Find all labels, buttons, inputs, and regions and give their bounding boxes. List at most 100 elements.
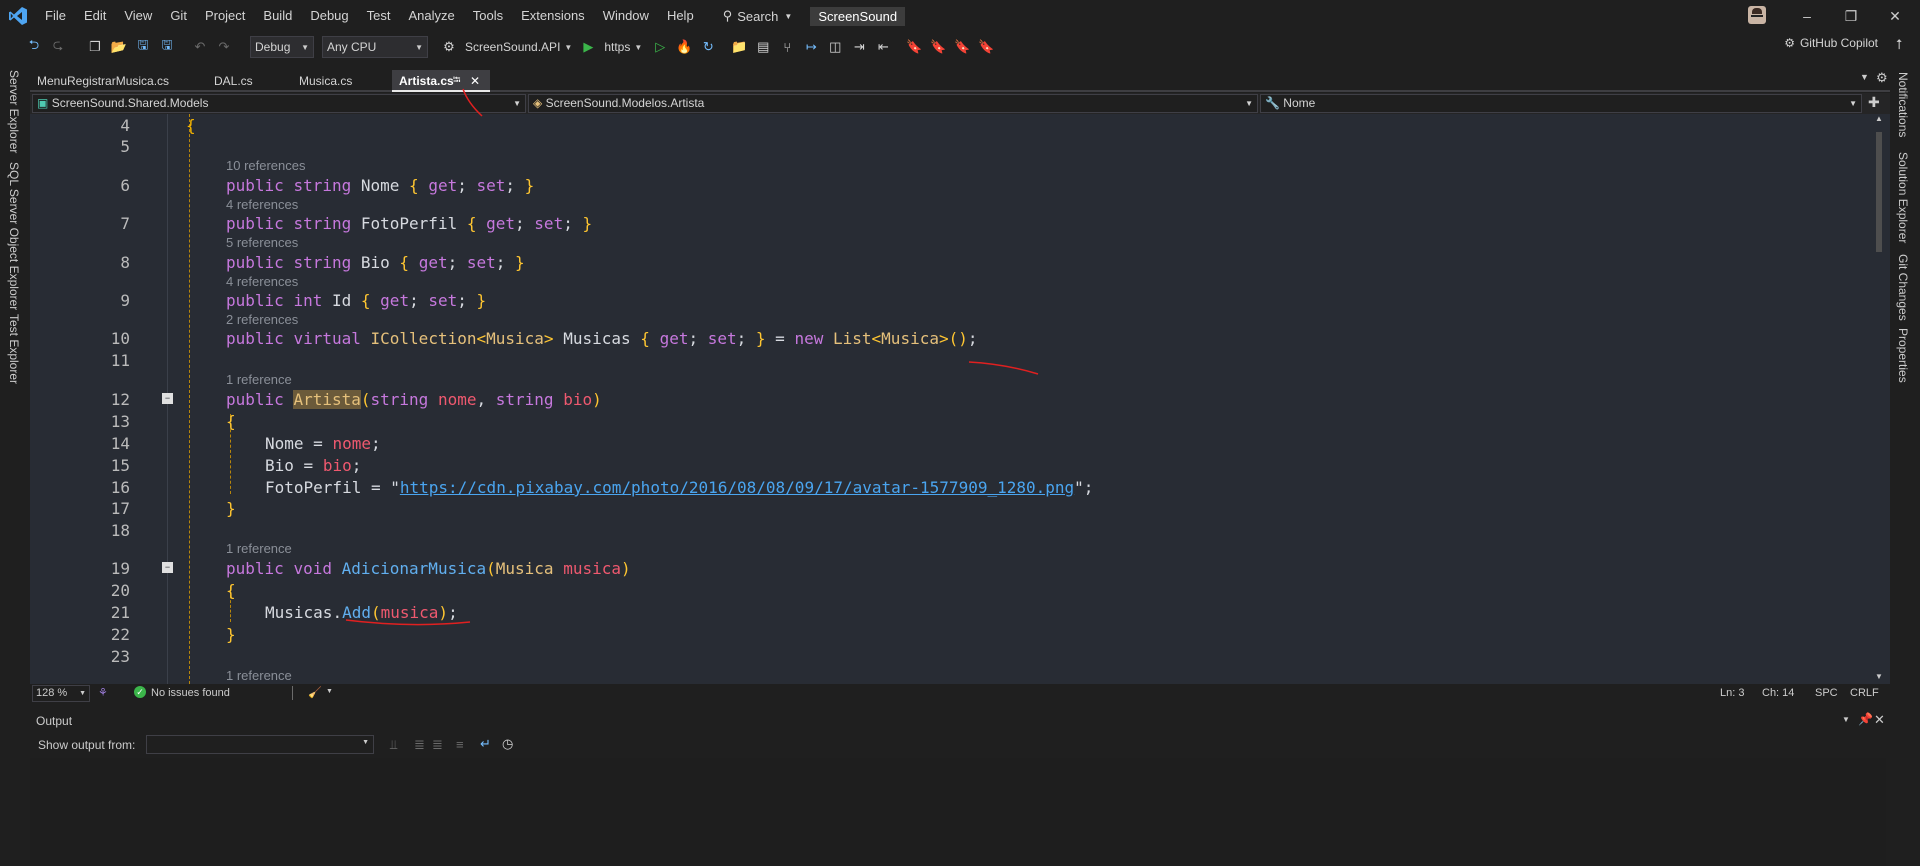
- window-layout-icon[interactable]: ▤: [752, 36, 774, 58]
- paint-icon[interactable]: ⚘: [98, 686, 108, 699]
- codelens-references[interactable]: 1 reference: [226, 541, 292, 557]
- menu-build[interactable]: Build: [254, 0, 301, 32]
- vertical-scrollbar[interactable]: ▲ ▼: [1870, 114, 1890, 684]
- url-link[interactable]: https://cdn.pixabay.com/photo/2016/08/08…: [400, 478, 1074, 497]
- prev-message-icon[interactable]: ≣: [414, 737, 425, 753]
- folder-icon[interactable]: 📁: [728, 36, 750, 58]
- column-indicator[interactable]: Ch: 14: [1762, 687, 1794, 699]
- member-dropdown[interactable]: 🔧 Nome ▼: [1260, 94, 1862, 113]
- menu-edit[interactable]: Edit: [75, 0, 115, 32]
- scroll-up-icon[interactable]: ▲: [1875, 114, 1883, 123]
- clock-icon[interactable]: ◷: [502, 736, 513, 752]
- avatar[interactable]: [1748, 6, 1766, 24]
- clear-all-icon[interactable]: ≡: [456, 737, 464, 752]
- hot-reload-icon[interactable]: 🔥: [673, 36, 695, 58]
- output-source-dropdown[interactable]: ▼: [146, 735, 374, 754]
- redo-icon[interactable]: ↷: [213, 36, 235, 58]
- collapse-toggle-icon[interactable]: −: [162, 562, 173, 573]
- new-project-icon[interactable]: ❐: [84, 36, 106, 58]
- tab-settings-icon[interactable]: ⚙: [1876, 70, 1888, 86]
- codelens-references[interactable]: 4 references: [226, 197, 298, 213]
- visual-studio-logo-icon[interactable]: [0, 0, 36, 32]
- tab-overflow-icon[interactable]: ▼: [1860, 72, 1869, 82]
- menu-test[interactable]: Test: [358, 0, 400, 32]
- split-editor-icon[interactable]: ✚: [1868, 94, 1880, 111]
- undo-icon[interactable]: ↶: [189, 36, 211, 58]
- chevron-down-icon[interactable]: ▼: [564, 43, 572, 52]
- minimize-icon[interactable]: –: [1784, 0, 1830, 32]
- solution-explorer-tab[interactable]: Solution Explorer: [1896, 152, 1910, 243]
- issues-status[interactable]: No issues found: [151, 687, 230, 699]
- menu-tools[interactable]: Tools: [464, 0, 512, 32]
- tab-musica[interactable]: Musica.cs: [292, 70, 372, 92]
- bookmark-icon[interactable]: 🔖: [903, 36, 925, 58]
- codelens-references[interactable]: 5 references: [226, 235, 298, 251]
- start-debugging-icon[interactable]: ▶: [577, 36, 599, 58]
- chevron-down-icon[interactable]: ▼: [1842, 715, 1850, 724]
- chevron-down-icon[interactable]: ▼: [634, 43, 642, 52]
- github-copilot-button[interactable]: ⚙ GitHub Copilot: [1784, 36, 1878, 50]
- git-icon[interactable]: ⑂: [776, 36, 798, 58]
- codelens-references[interactable]: 1 reference: [226, 668, 292, 684]
- output-content[interactable]: [30, 758, 1886, 866]
- menu-extensions[interactable]: Extensions: [512, 0, 594, 32]
- type-dropdown[interactable]: ◈ ScreenSound.Modelos.Artista ▼: [528, 94, 1258, 113]
- run-profile-label[interactable]: https: [604, 40, 630, 54]
- search-box[interactable]: ⚲ Search ▼: [723, 8, 793, 24]
- find-message-icon[interactable]: ⫫: [390, 737, 397, 753]
- codelens-references[interactable]: 1 reference: [226, 372, 292, 388]
- tab-menuregistrarmusica[interactable]: MenuRegistrarMusica.cs: [30, 70, 180, 92]
- save-all-icon[interactable]: 🖫: [156, 36, 178, 58]
- close-panel-icon[interactable]: ✕: [1874, 712, 1885, 728]
- notifications-tab[interactable]: Notifications: [1896, 72, 1910, 137]
- indent-icon[interactable]: ⇥: [848, 36, 870, 58]
- menu-analyze[interactable]: Analyze: [399, 0, 463, 32]
- refresh-icon[interactable]: ↻: [697, 36, 719, 58]
- menu-file[interactable]: File: [36, 0, 75, 32]
- startup-project-label[interactable]: ScreenSound.API: [465, 40, 560, 54]
- menu-window[interactable]: Window: [594, 0, 658, 32]
- save-icon[interactable]: 🖫: [132, 36, 154, 58]
- scroll-thumb[interactable]: [1876, 132, 1882, 252]
- test-explorer-tab[interactable]: Test Explorer: [7, 314, 21, 384]
- restore-icon[interactable]: ❐: [1828, 0, 1874, 32]
- prev-bookmark-icon[interactable]: 🔖: [927, 36, 949, 58]
- clear-bookmarks-icon[interactable]: 🔖: [975, 36, 997, 58]
- open-folder-icon[interactable]: 📂: [108, 36, 130, 58]
- pin-icon[interactable]: 📌: [1858, 712, 1873, 726]
- zoom-dropdown[interactable]: 128 % ▼: [32, 685, 90, 702]
- scroll-down-icon[interactable]: ▼: [1875, 672, 1883, 681]
- tab-dal[interactable]: DAL.cs: [207, 70, 267, 92]
- properties-tab[interactable]: Properties: [1896, 328, 1910, 383]
- navigate-forward-icon[interactable]: ⮎: [47, 36, 69, 58]
- server-explorer-tab[interactable]: Server Explorer: [7, 70, 21, 153]
- menu-help[interactable]: Help: [658, 0, 703, 32]
- close-window-icon[interactable]: ✕: [1872, 0, 1918, 32]
- menu-git[interactable]: Git: [161, 0, 196, 32]
- chevron-down-icon[interactable]: ▼: [326, 688, 333, 695]
- sql-server-object-explorer-tab[interactable]: SQL Server Object Explorer: [7, 162, 21, 310]
- line-indicator[interactable]: Ln: 3: [1720, 687, 1744, 699]
- navigate-back-icon[interactable]: ⮌: [23, 36, 45, 58]
- brush-icon[interactable]: 🧹: [308, 686, 322, 699]
- word-wrap-icon[interactable]: ↵: [480, 736, 491, 752]
- collapse-toggle-icon[interactable]: −: [162, 393, 173, 404]
- feedback-icon[interactable]: ⭡: [1896, 36, 1903, 53]
- step-icon[interactable]: ↦: [800, 36, 822, 58]
- menu-debug[interactable]: Debug: [301, 0, 357, 32]
- start-without-debugging-icon[interactable]: ▷: [649, 36, 671, 58]
- columns-icon[interactable]: ◫: [824, 36, 846, 58]
- next-bookmark-icon[interactable]: 🔖: [951, 36, 973, 58]
- outdent-icon[interactable]: ⇤: [872, 36, 894, 58]
- whitespace-indicator[interactable]: SPC: [1815, 687, 1838, 699]
- code-editor[interactable]: 4 5 6 7 8 9 10 11 12 13 14 15 16 17 18 1…: [30, 114, 1870, 684]
- menu-project[interactable]: Project: [196, 0, 254, 32]
- line-ending-indicator[interactable]: CRLF: [1850, 687, 1879, 699]
- configuration-dropdown[interactable]: Debug ▼: [250, 36, 314, 58]
- project-dropdown[interactable]: ▣ ScreenSound.Shared.Models ▼: [32, 94, 526, 113]
- next-message-icon[interactable]: ≣: [432, 737, 443, 753]
- menu-view[interactable]: View: [115, 0, 161, 32]
- codelens-references[interactable]: 4 references: [226, 274, 298, 290]
- codelens-references[interactable]: 10 references: [226, 158, 306, 174]
- git-changes-tab[interactable]: Git Changes: [1896, 254, 1910, 321]
